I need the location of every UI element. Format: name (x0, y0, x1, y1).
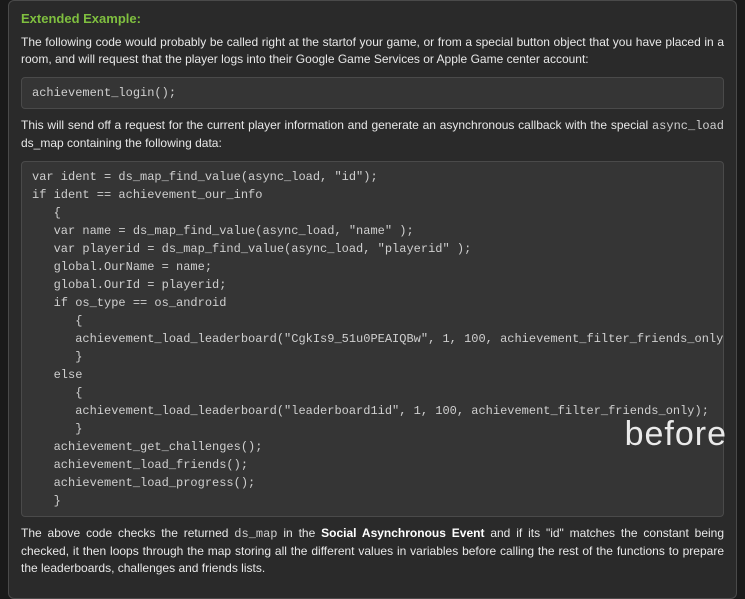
code-block-main: var ident = ds_map_find_value(async_load… (21, 161, 724, 517)
inline-code-dsmap: ds_map (234, 527, 277, 541)
inline-code-async-load: async_load (652, 119, 724, 133)
text-fragment: This will send off a request for the cur… (21, 118, 652, 132)
section-heading: Extended Example: (21, 11, 724, 26)
explanation-paragraph: The above code checks the returned ds_ma… (21, 525, 724, 578)
text-fragment: The above code checks the returned (21, 526, 234, 540)
code-block-login: achievement_login(); (21, 77, 724, 109)
bold-event-name: Social Asynchronous Event (321, 526, 484, 540)
example-panel: Extended Example: The following code wou… (8, 0, 737, 599)
text-fragment: in the (278, 526, 322, 540)
text-fragment: ds_map containing the following data: (21, 136, 222, 150)
intro-paragraph: The following code would probably be cal… (21, 34, 724, 69)
callback-paragraph: This will send off a request for the cur… (21, 117, 724, 153)
